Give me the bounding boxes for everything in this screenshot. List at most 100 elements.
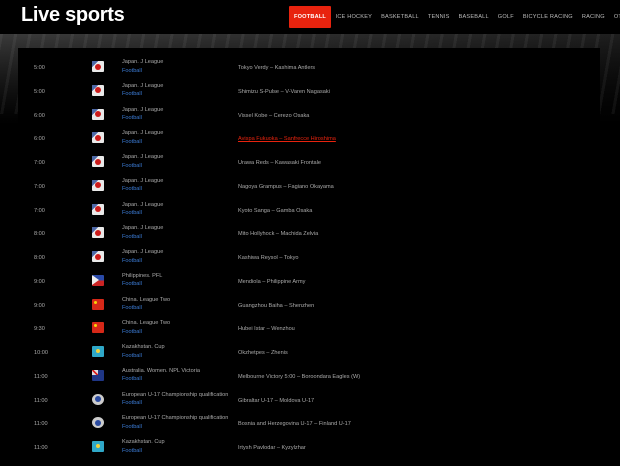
match-title-link[interactable]: Guangzhou Baiha – Shenzhen — [238, 303, 314, 309]
sport-link[interactable]: Football — [122, 448, 142, 454]
league-name: European U-17 Championship qualification — [122, 415, 229, 422]
sport-link[interactable]: Football — [122, 424, 142, 430]
match-time: 7:00 — [34, 183, 45, 190]
match-time: 11:00 — [34, 397, 48, 404]
sport-link[interactable]: Football — [122, 258, 142, 264]
country-flag-icon — [92, 417, 104, 429]
match-time: 9:00 — [34, 278, 45, 285]
sport-link[interactable]: Football — [122, 186, 142, 192]
match-time: 8:00 — [34, 255, 45, 261]
match-row[interactable]: 9:30 China. League Two Football Hubei Istar… — [18, 318, 600, 342]
match-row[interactable]: 11:00 European U-17 Championship qualific… — [18, 390, 600, 414]
league-name: Philippines. PFL — [122, 272, 163, 279]
country-flag-icon — [92, 346, 104, 357]
match-title-link[interactable]: Kashiwa Reysol – Tokyo — [238, 255, 299, 261]
league-name: Kazakhstan. Cup — [122, 439, 165, 445]
match-title-link[interactable]: Bosnia and Herzegovina U-17 – Finland U-… — [238, 421, 351, 427]
match-title-link[interactable]: Vissel Kobe – Cerezo Osaka — [238, 113, 309, 119]
nav-item-racing[interactable]: RACING — [577, 6, 609, 28]
league-name: China. League Two — [122, 320, 171, 327]
country-flag-icon — [92, 61, 104, 72]
match-title-link[interactable]: Mito Hollyhock – Machida Zelvia — [238, 231, 318, 237]
match-time: 7:00 — [34, 207, 45, 214]
sport-link[interactable]: Football — [122, 210, 142, 216]
match-row[interactable]: 7:00 Japan. J League Football Kyoto Sanga –… — [18, 200, 600, 224]
country-flag-icon — [92, 84, 104, 96]
sport-link[interactable]: Football — [122, 329, 142, 335]
sport-link[interactable]: Football — [122, 115, 142, 121]
match-time: 5:00 — [34, 65, 45, 71]
league-name: Japan. J League — [122, 249, 164, 255]
sport-link[interactable]: Football — [122, 91, 142, 97]
country-flag-icon — [92, 441, 104, 452]
match-list: 5:00 Japan. J League Football Tokyo Verdy –… — [18, 48, 600, 466]
match-title-link[interactable]: Irtysh Pavlodar – Kyzylzhar — [238, 445, 306, 451]
match-title-link[interactable]: Shimizu S-Pulse – V-Varen Nagasaki — [238, 89, 330, 95]
match-title-link[interactable]: Avispa Fukuoka – Sanfrecce Hiroshima — [238, 136, 336, 142]
nav-item-football[interactable]: FOOTBALL — [289, 6, 332, 28]
match-row[interactable]: 6:00 Japan. J League Football Avispa Fukuok… — [18, 128, 600, 152]
match-row[interactable]: 6:00 Japan. J League Football Vissel Kobe –… — [18, 105, 600, 129]
sport-link[interactable]: Football — [122, 281, 142, 287]
site-logo[interactable]: Live sports — [21, 4, 125, 27]
league-name: Kazakhstan. Cup — [122, 344, 165, 350]
match-title-link[interactable]: Tokyo Verdy – Kashima Antlers — [238, 65, 315, 71]
league-name: Australia. Women. NPL Victoria — [122, 367, 200, 374]
match-row[interactable]: 11:00 Australia. Women. NPL Victoria Footb… — [18, 366, 600, 390]
country-flag-icon — [92, 298, 104, 310]
sport-link[interactable]: Football — [122, 353, 142, 359]
match-row[interactable]: 7:00 Japan. J League Football Nagoya Grampu… — [18, 176, 600, 200]
match-title-link[interactable]: Kyoto Sanga – Gamba Osaka — [238, 208, 312, 214]
match-row[interactable]: 9:00 China. League Two Football Guangzhou B… — [18, 295, 600, 319]
league-name: China. League Two — [122, 296, 171, 303]
nav-item-tennis[interactable]: TENNIS — [423, 6, 454, 28]
match-title-link[interactable]: Mendiola – Philippine Army — [238, 279, 305, 285]
match-row[interactable]: 11:00 Kazakhstan. Cup Football Irtysh Pavlo… — [18, 437, 600, 461]
league-name: Japan. J League — [122, 154, 164, 160]
match-row[interactable]: 7:00 Japan. J League Football Urawa Reds – … — [18, 152, 600, 176]
nav-item-ice-hockey[interactable]: ICE HOCKEY — [331, 6, 377, 28]
match-title-link[interactable]: Urawa Reds – Kawasaki Frontale — [238, 160, 321, 166]
league-name: European U-17 Championship qualification — [122, 391, 229, 398]
sport-link[interactable]: Football — [122, 234, 142, 240]
match-title-link[interactable]: Hubei Istar – Wenzhou — [238, 326, 295, 332]
country-flag-icon — [92, 227, 104, 239]
match-row[interactable]: 8:00 Japan. J League Football Mito Hollyhoc… — [18, 223, 600, 247]
sport-link[interactable]: Football — [122, 376, 142, 382]
country-flag-icon — [92, 369, 104, 381]
match-row[interactable]: 5:00 Japan. J League Football Tokyo Verdy –… — [18, 57, 600, 81]
match-time: 5:00 — [34, 88, 45, 95]
match-time: 8:00 — [34, 231, 45, 238]
sport-link[interactable]: Football — [122, 163, 142, 169]
sport-link[interactable]: Football — [122, 139, 142, 145]
country-flag-icon — [92, 322, 104, 334]
match-title-link[interactable]: Nagoya Grampus – Fagiano Okayama — [238, 184, 334, 190]
league-name: Japan. J League — [122, 201, 164, 208]
site-header: Live sports FOOTBALL ICE HOCKEY BASKETBALL… — [0, 0, 620, 34]
nav-item-basketball[interactable]: BASKETBALL — [377, 6, 424, 28]
match-row[interactable]: 8:00 Japan. J League Football Kashiwa Reyso… — [18, 247, 600, 271]
nav-item-bicycle-racing[interactable]: BICYCLE RACING — [518, 6, 577, 28]
match-row[interactable]: 11:00 European U-17 Championship qualific… — [18, 413, 600, 437]
country-flag-icon — [92, 274, 104, 286]
country-flag-icon — [92, 251, 104, 262]
nav-item-golf[interactable]: GOLF — [493, 6, 518, 28]
match-time: 6:00 — [34, 112, 45, 119]
country-flag-icon — [92, 108, 104, 120]
nav-item-other[interactable]: OTHER — [609, 6, 620, 28]
sport-link[interactable]: Football — [122, 400, 142, 406]
match-time: 11:00 — [34, 421, 48, 428]
sport-link[interactable]: Football — [122, 68, 142, 74]
match-title-link[interactable]: Gibraltar U-17 – Moldova U-17 — [238, 398, 314, 404]
match-time: 11:00 — [34, 445, 48, 451]
match-time: 6:00 — [34, 136, 45, 143]
match-title-link[interactable]: Melbourne Victory 5:00 – Boroondara Eagl… — [238, 374, 360, 380]
match-row[interactable]: 5:00 Japan. J League Football Shimizu S-Pul… — [18, 81, 600, 105]
match-row[interactable]: 9:00 Philippines. PFL Football Mendiola – P… — [18, 271, 600, 295]
league-name: Japan. J League — [122, 177, 164, 184]
nav-item-baseball[interactable]: BASEBALL — [454, 6, 493, 28]
match-time: 9:30 — [34, 326, 45, 333]
match-row[interactable]: 10:00 Kazakhstan. Cup Football Okzhetpes – … — [18, 342, 600, 366]
match-title-link[interactable]: Okzhetpes – Zhenis — [238, 350, 288, 356]
sport-link[interactable]: Football — [122, 305, 142, 311]
